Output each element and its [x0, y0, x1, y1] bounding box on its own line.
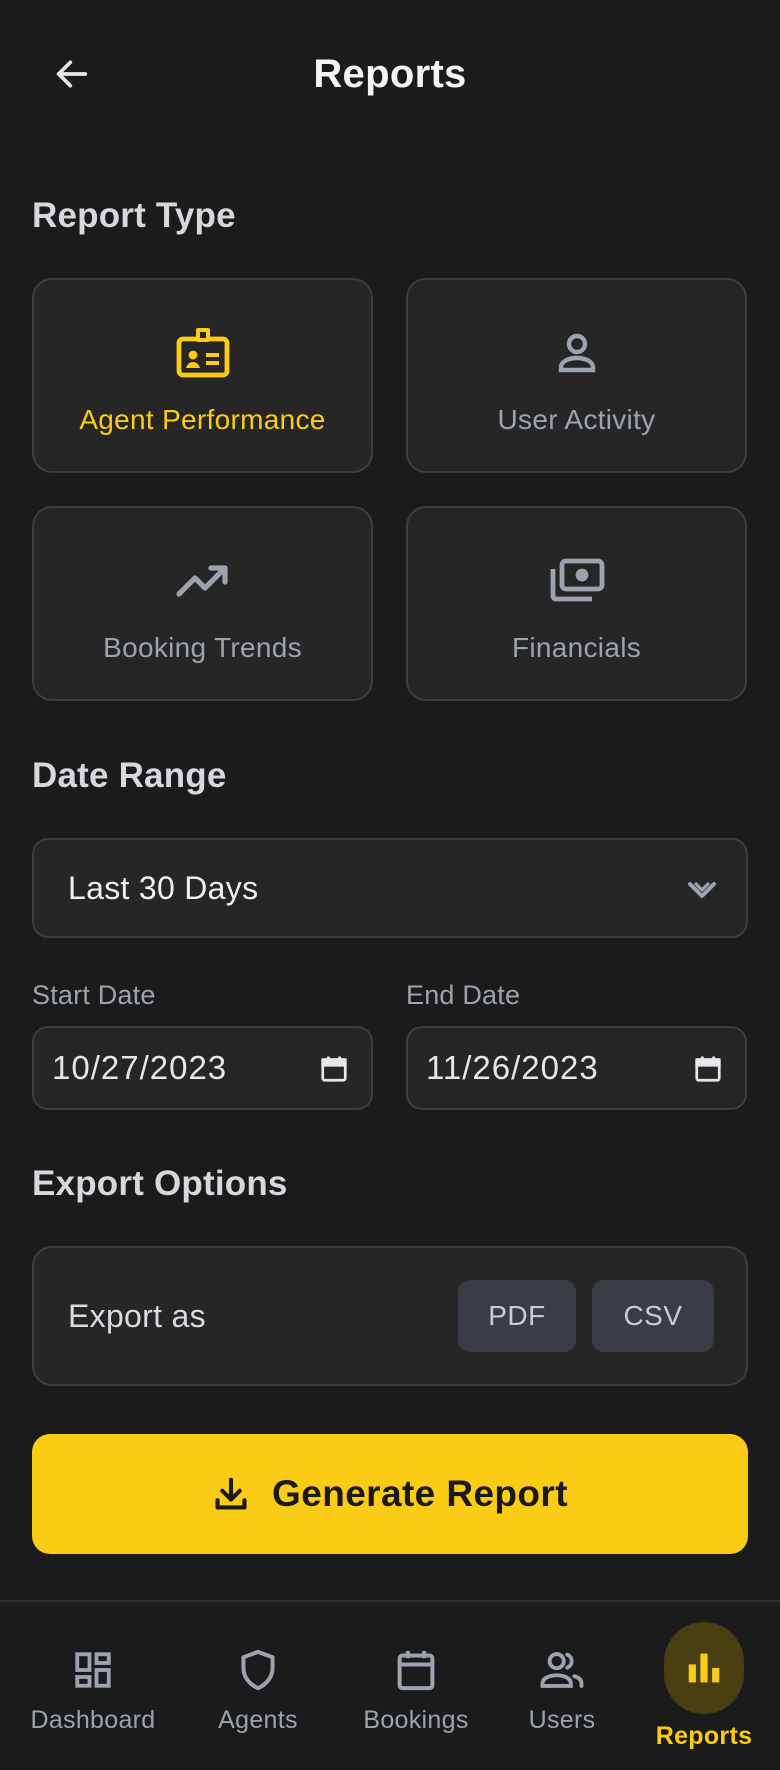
- report-type-label: Agent Performance: [79, 404, 326, 435]
- calendar-icon[interactable]: [319, 1054, 349, 1084]
- calendar-icon: [396, 1646, 436, 1694]
- chevron-down-icon: [688, 882, 716, 898]
- calendar-icon[interactable]: [693, 1054, 723, 1084]
- shield-icon: [238, 1646, 278, 1694]
- start-date-label: Start Date: [32, 980, 156, 1010]
- start-date-value: 10/27/2023: [52, 1049, 228, 1086]
- date-range-select[interactable]: Last 30 Days: [32, 838, 748, 938]
- nav-label: Bookings: [363, 1706, 469, 1734]
- export-options-heading: Export Options: [32, 1164, 288, 1203]
- id-badge-icon: [163, 322, 243, 382]
- generate-report-button[interactable]: Generate Report: [32, 1434, 748, 1554]
- end-date-value: 11/26/2023: [426, 1049, 599, 1086]
- export-options-box: Export as PDF CSV: [32, 1246, 748, 1386]
- nav-label: Reports: [655, 1722, 753, 1750]
- date-range-heading: Date Range: [32, 756, 227, 795]
- nav-label: Agents: [218, 1706, 298, 1734]
- trending-up-icon: [163, 550, 243, 610]
- end-date-label: End Date: [406, 980, 521, 1010]
- bar-chart-icon: [664, 1622, 744, 1714]
- download-icon: [215, 1477, 247, 1510]
- page-title: Reports: [313, 52, 467, 96]
- nav-label: Dashboard: [30, 1706, 156, 1734]
- users-icon: [539, 1646, 585, 1694]
- nav-label: Users: [528, 1706, 596, 1734]
- report-type-heading: Report Type: [32, 196, 236, 235]
- report-type-label: User Activity: [497, 404, 656, 435]
- bottom-nav: Dashboard Agents Bookings Users Reports: [0, 1600, 780, 1768]
- nav-item-agents[interactable]: Agents: [200, 1602, 316, 1770]
- dashboard-icon: [72, 1646, 114, 1694]
- money-icon: [537, 550, 617, 610]
- start-date-field[interactable]: 10/27/2023: [32, 1026, 373, 1110]
- end-date-field[interactable]: 11/26/2023: [406, 1026, 747, 1110]
- export-pdf-button[interactable]: PDF: [458, 1280, 576, 1352]
- report-type-agent-performance[interactable]: Agent Performance: [32, 278, 373, 473]
- export-as-label: Export as: [68, 1298, 206, 1334]
- report-type-label: Financials: [511, 632, 642, 663]
- report-type-financials[interactable]: Financials: [406, 506, 747, 701]
- date-range-value: Last 30 Days: [68, 869, 259, 906]
- nav-item-bookings[interactable]: Bookings: [356, 1602, 476, 1770]
- nav-item-users[interactable]: Users: [514, 1602, 610, 1770]
- generate-report-label: Generate Report: [272, 1473, 568, 1514]
- export-csv-button[interactable]: CSV: [592, 1280, 714, 1352]
- report-type-user-activity[interactable]: User Activity: [406, 278, 747, 473]
- report-type-label: Booking Trends: [103, 632, 302, 663]
- user-icon: [537, 322, 617, 382]
- nav-item-reports[interactable]: Reports: [652, 1602, 756, 1770]
- nav-item-dashboard[interactable]: Dashboard: [24, 1602, 162, 1770]
- report-type-booking-trends[interactable]: Booking Trends: [32, 506, 373, 701]
